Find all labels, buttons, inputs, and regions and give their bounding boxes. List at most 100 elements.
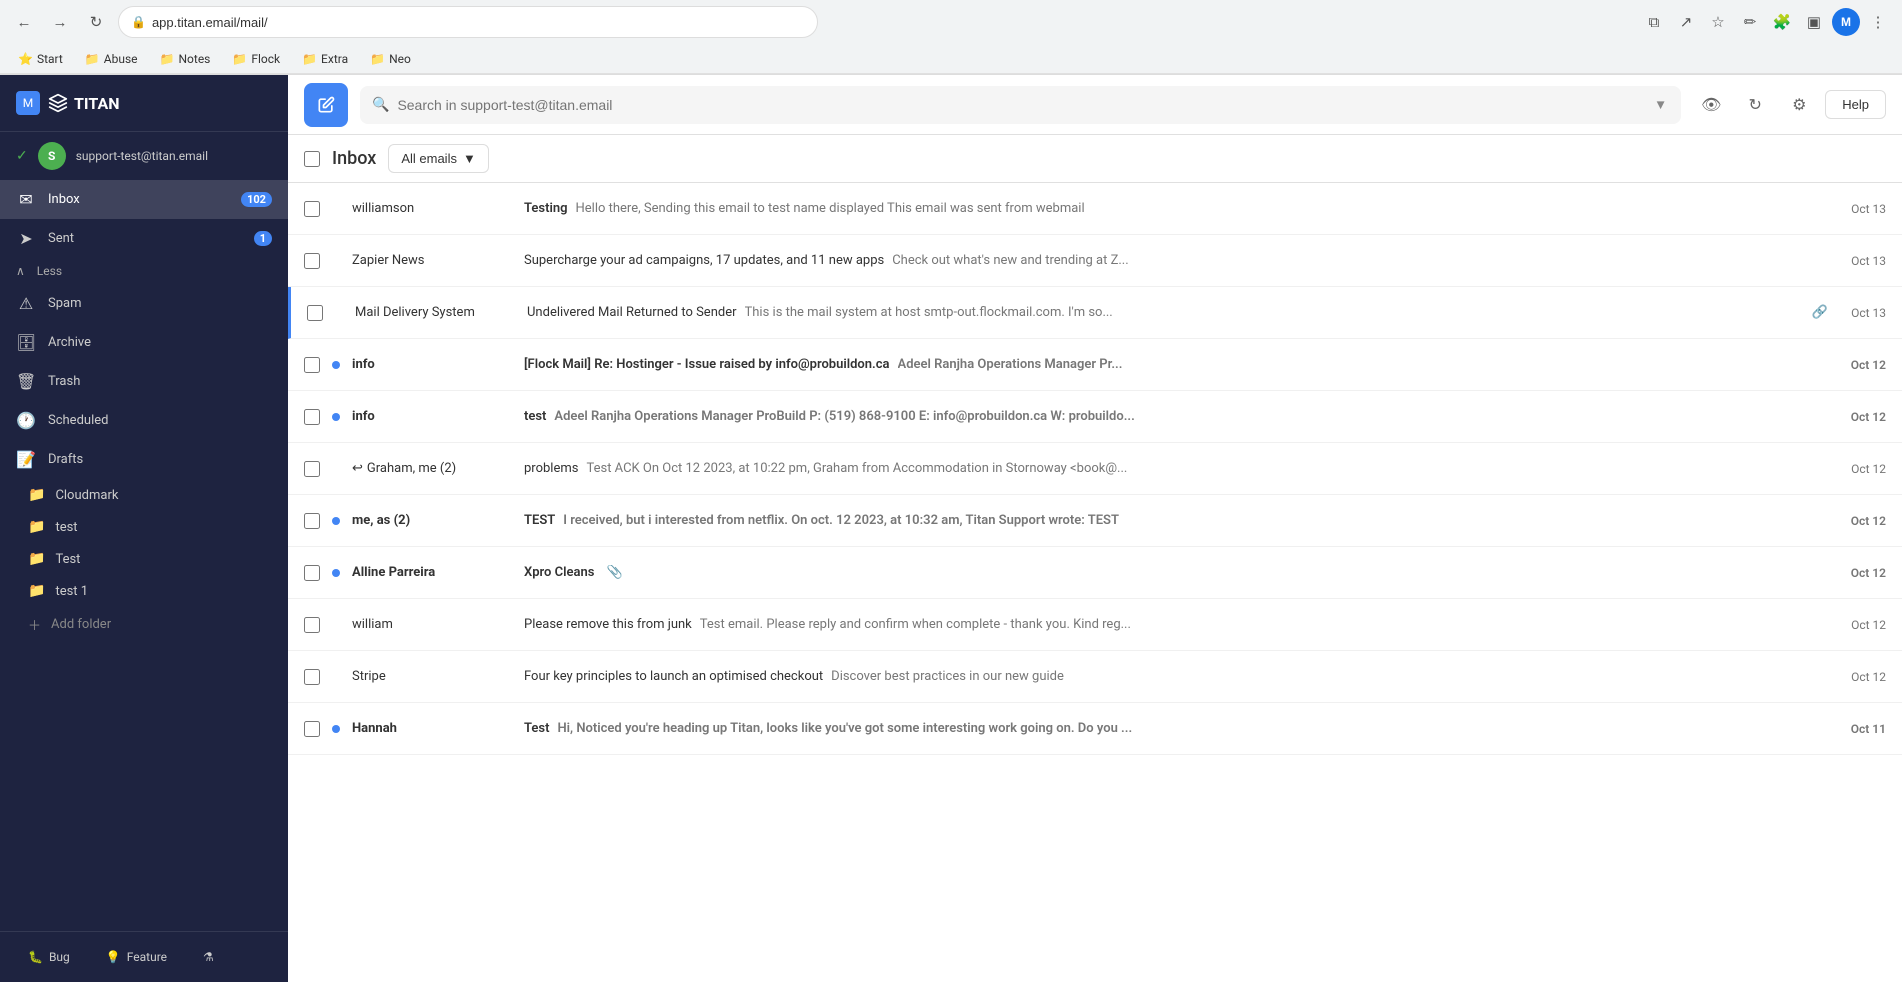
folder-cloudmark[interactable]: 📁 Cloudmark <box>0 479 288 511</box>
sidebar-icon[interactable]: ▣ <box>1800 8 1828 36</box>
email-row[interactable]: williamson Testing Hello there, Sending … <box>288 183 1902 235</box>
lightbulb-icon: 💡 <box>106 950 121 964</box>
folder-icon: 📁 <box>370 52 385 66</box>
compose-button[interactable] <box>304 83 348 127</box>
unread-dot <box>332 725 340 733</box>
email-row[interactable]: Hannah Test Hi, Noticed you're heading u… <box>288 703 1902 755</box>
account-selector[interactable]: ✓ S support-test@titan.email <box>0 132 288 180</box>
folder-icon: 📁 <box>28 583 45 599</box>
new-window-icon[interactable]: ⧉ <box>1640 8 1668 36</box>
email-checkbox[interactable] <box>304 253 320 269</box>
bookmark-notes[interactable]: 📁 Notes <box>152 50 219 68</box>
search-input[interactable] <box>397 97 1644 113</box>
nav-item-sent[interactable]: ➤ Sent 1 <box>0 219 288 258</box>
email-row[interactable]: me, as (2) TEST I received, but i intere… <box>288 495 1902 547</box>
app-logo-badge: M <box>16 91 40 115</box>
email-checkbox[interactable] <box>304 721 320 737</box>
filter-dropdown-button[interactable]: All emails ▼ <box>388 144 489 173</box>
email-row[interactable]: william Please remove this from junk Tes… <box>288 599 1902 651</box>
email-row[interactable]: Mail Delivery System Undelivered Mail Re… <box>288 287 1902 339</box>
email-checkbox[interactable] <box>304 513 320 529</box>
email-subject: Testing <box>524 201 567 216</box>
address-bar[interactable]: 🔒 <box>118 6 818 38</box>
folder-label-test-lowercase: test <box>55 520 77 535</box>
folder-test-lowercase[interactable]: 📁 test <box>0 511 288 543</box>
email-date: Oct 12 <box>1836 566 1886 580</box>
profile-avatar[interactable]: M <box>1832 8 1860 36</box>
email-content: Xpro Cleans 📎 <box>524 565 1824 580</box>
lab-button[interactable]: ⚗ <box>191 944 226 970</box>
filter-label: All emails <box>401 151 457 166</box>
forward-button[interactable]: → <box>46 8 74 36</box>
folder-icon: 📁 <box>302 52 317 66</box>
nav-label-archive: Archive <box>48 335 272 350</box>
email-checkbox[interactable] <box>304 617 320 633</box>
account-dropdown[interactable]: M TITAN <box>16 91 120 115</box>
email-content: Testing Hello there, Sending this email … <box>524 201 1824 216</box>
bug-icon: 🐛 <box>28 950 43 964</box>
email-content: test Adeel Ranjha Operations Manager Pro… <box>524 409 1824 424</box>
nav-item-trash[interactable]: 🗑 Trash <box>0 362 288 401</box>
email-row[interactable]: info test Adeel Ranjha Operations Manage… <box>288 391 1902 443</box>
email-preview: Discover best practices in our new guide <box>831 669 1824 684</box>
email-checkbox[interactable] <box>304 201 320 217</box>
email-subject: Undelivered Mail Returned to Sender <box>527 305 737 320</box>
bookmark-extra[interactable]: 📁 Extra <box>294 50 356 68</box>
help-button[interactable]: Help <box>1825 90 1886 119</box>
email-row[interactable]: ↩Graham, me (2) problems Test ACK On Oct… <box>288 443 1902 495</box>
email-row[interactable]: Zapier News Supercharge your ad campaign… <box>288 235 1902 287</box>
bookmark-start[interactable]: ⭐ Start <box>10 50 71 68</box>
feature-button[interactable]: 💡 Feature <box>94 944 179 970</box>
browser-chrome: ← → ↻ 🔒 ⧉ ↗ ☆ ✏ 🧩 ▣ M ⋮ ⭐ Start 📁 Abuse … <box>0 0 1902 75</box>
account-email: support-test@titan.email <box>76 149 272 163</box>
email-row[interactable]: info [Flock Mail] Re: Hostinger - Issue … <box>288 339 1902 391</box>
nav-item-drafts[interactable]: 📝 Drafts <box>0 440 288 479</box>
folder-test1[interactable]: 📁 test 1 <box>0 575 288 607</box>
email-row[interactable]: Alline Parreira Xpro Cleans 📎 Oct 12 <box>288 547 1902 599</box>
bookmark-icon[interactable]: ☆ <box>1704 8 1732 36</box>
bookmark-flock[interactable]: 📁 Flock <box>224 50 288 68</box>
add-folder-button[interactable]: ＋ Add folder <box>0 607 288 642</box>
folder-test-capitalized[interactable]: 📁 Test <box>0 543 288 575</box>
nav-item-spam[interactable]: ⚠ Spam <box>0 284 288 323</box>
bookmark-neo[interactable]: 📁 Neo <box>362 50 419 68</box>
view-toggle-button[interactable]: 👁 <box>1693 87 1729 123</box>
email-sender: Zapier News <box>352 253 512 268</box>
url-input[interactable] <box>152 15 805 30</box>
share-icon[interactable]: ↗ <box>1672 8 1700 36</box>
email-checkbox[interactable] <box>304 461 320 477</box>
email-checkbox[interactable] <box>304 409 320 425</box>
email-content: Four key principles to launch an optimis… <box>524 669 1824 684</box>
select-all-checkbox[interactable] <box>304 151 320 167</box>
email-subject: [Flock Mail] Re: Hostinger - Issue raise… <box>524 357 890 372</box>
plus-icon: ＋ <box>28 615 41 634</box>
email-meta: Oct 12 <box>1836 618 1886 632</box>
reply-indicator-icon: ↩ <box>352 461 363 476</box>
nav-less-toggle[interactable]: ∧ Less <box>0 258 288 284</box>
email-checkbox[interactable] <box>304 357 320 373</box>
folder-label-test-capitalized: Test <box>55 552 80 567</box>
menu-icon[interactable]: ⋮ <box>1864 8 1892 36</box>
edit-icon[interactable]: ✏ <box>1736 8 1764 36</box>
nav-item-archive[interactable]: 🗄 Archive <box>0 323 288 362</box>
settings-button[interactable]: ⚙ <box>1781 87 1817 123</box>
bookmark-abuse[interactable]: 📁 Abuse <box>77 50 146 68</box>
email-list: williamson Testing Hello there, Sending … <box>288 183 1902 982</box>
email-sender: Alline Parreira <box>352 565 512 580</box>
back-button[interactable]: ← <box>10 8 38 36</box>
bug-button[interactable]: 🐛 Bug <box>16 944 82 970</box>
refresh-button[interactable]: ↻ <box>82 8 110 36</box>
search-dropdown-button[interactable]: ▼ <box>1652 95 1669 114</box>
email-checkbox[interactable] <box>304 669 320 685</box>
search-bar: 🔍 ▼ <box>360 86 1681 124</box>
nav-label-spam: Spam <box>48 296 272 311</box>
email-meta: Oct 12 <box>1836 410 1886 424</box>
email-checkbox[interactable] <box>304 565 320 581</box>
email-sender: info <box>352 409 512 424</box>
email-checkbox[interactable] <box>307 305 323 321</box>
nav-item-inbox[interactable]: ✉ Inbox 102 <box>0 180 288 219</box>
email-row[interactable]: Stripe Four key principles to launch an … <box>288 651 1902 703</box>
nav-item-scheduled[interactable]: 🕐 Scheduled <box>0 401 288 440</box>
extensions-icon[interactable]: 🧩 <box>1768 8 1796 36</box>
refresh-emails-button[interactable]: ↻ <box>1737 87 1773 123</box>
